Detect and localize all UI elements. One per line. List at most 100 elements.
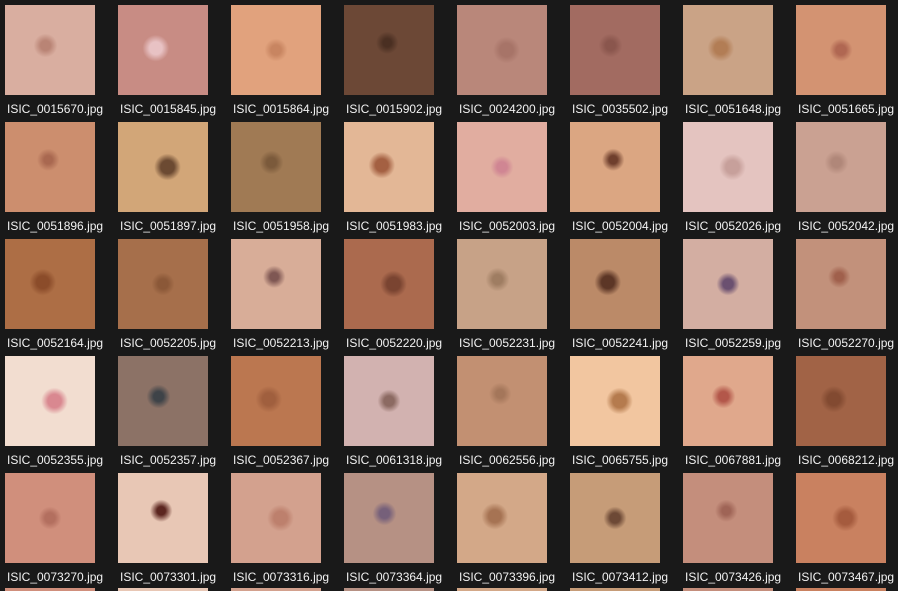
file-thumbnail-item[interactable]: ISIC_0015670.jpg bbox=[0, 5, 113, 122]
thumbnail-image[interactable] bbox=[570, 239, 660, 329]
thumbnail-image[interactable] bbox=[5, 356, 95, 446]
file-name-label: ISIC_0073396.jpg bbox=[459, 570, 556, 584]
file-name-label: ISIC_0052164.jpg bbox=[7, 336, 104, 350]
file-thumbnail-item[interactable]: ISIC_0065755.jpg bbox=[565, 356, 678, 473]
file-name-label: ISIC_0068212.jpg bbox=[798, 453, 895, 467]
file-name-label: ISIC_0052357.jpg bbox=[120, 453, 217, 467]
file-thumbnail-item[interactable]: ISIC_0067881.jpg bbox=[678, 356, 791, 473]
thumbnail-image[interactable] bbox=[457, 122, 547, 212]
thumbnail-image[interactable] bbox=[570, 356, 660, 446]
file-name-label: ISIC_0073412.jpg bbox=[572, 570, 669, 584]
thumbnail-image[interactable] bbox=[796, 473, 886, 563]
thumbnail-image[interactable] bbox=[118, 122, 208, 212]
file-thumbnail-item[interactable]: ISIC_0052270.jpg bbox=[791, 239, 898, 356]
thumbnail-image[interactable] bbox=[457, 5, 547, 95]
file-thumbnail-item[interactable]: ISIC_0073301.jpg bbox=[113, 473, 226, 590]
file-name-label: ISIC_0035502.jpg bbox=[572, 102, 669, 116]
thumbnail-image[interactable] bbox=[231, 122, 321, 212]
thumbnail-image[interactable] bbox=[231, 356, 321, 446]
thumbnail-image[interactable] bbox=[118, 5, 208, 95]
file-thumbnail-item[interactable]: ISIC_0052042.jpg bbox=[791, 122, 898, 239]
thumbnail-image[interactable] bbox=[796, 5, 886, 95]
file-thumbnail-item[interactable]: ISIC_0061318.jpg bbox=[339, 356, 452, 473]
file-thumbnail-item[interactable]: ISIC_0051648.jpg bbox=[678, 5, 791, 122]
thumbnail-image[interactable] bbox=[683, 239, 773, 329]
file-thumbnail-item[interactable]: ISIC_0073412.jpg bbox=[565, 473, 678, 590]
thumbnail-image[interactable] bbox=[457, 473, 547, 563]
thumbnail-image[interactable] bbox=[344, 122, 434, 212]
file-thumbnail-item[interactable]: ISIC_0052164.jpg bbox=[0, 239, 113, 356]
file-name-label: ISIC_0065755.jpg bbox=[572, 453, 669, 467]
file-thumbnail-item[interactable]: ISIC_0073270.jpg bbox=[0, 473, 113, 590]
thumbnail-image[interactable] bbox=[344, 5, 434, 95]
file-name-label: ISIC_0052026.jpg bbox=[685, 219, 782, 233]
thumbnail-image[interactable] bbox=[570, 5, 660, 95]
file-thumbnail-item[interactable]: ISIC_0051665.jpg bbox=[791, 5, 898, 122]
file-thumbnail-item[interactable]: ISIC_0073467.jpg bbox=[791, 473, 898, 590]
file-thumbnail-item[interactable]: ISIC_0052355.jpg bbox=[0, 356, 113, 473]
file-name-label: ISIC_0052367.jpg bbox=[233, 453, 330, 467]
file-name-label: ISIC_0052004.jpg bbox=[572, 219, 669, 233]
file-thumbnail-item[interactable]: ISIC_0052220.jpg bbox=[339, 239, 452, 356]
thumbnail-image[interactable] bbox=[118, 239, 208, 329]
file-name-label: ISIC_0052042.jpg bbox=[798, 219, 895, 233]
thumbnail-image[interactable] bbox=[231, 5, 321, 95]
thumbnail-image[interactable] bbox=[570, 473, 660, 563]
thumbnail-image[interactable] bbox=[118, 356, 208, 446]
file-name-label: ISIC_0073270.jpg bbox=[7, 570, 104, 584]
file-name-label: ISIC_0052205.jpg bbox=[120, 336, 217, 350]
file-thumbnail-item[interactable]: ISIC_0051983.jpg bbox=[339, 122, 452, 239]
thumbnail-image[interactable] bbox=[457, 239, 547, 329]
file-thumbnail-item[interactable]: ISIC_0052241.jpg bbox=[565, 239, 678, 356]
thumbnail-image[interactable] bbox=[683, 356, 773, 446]
file-thumbnail-item[interactable]: ISIC_0052231.jpg bbox=[452, 239, 565, 356]
file-thumbnail-item[interactable]: ISIC_0015864.jpg bbox=[226, 5, 339, 122]
file-thumbnail-item[interactable]: ISIC_0073364.jpg bbox=[339, 473, 452, 590]
thumbnail-image[interactable] bbox=[231, 473, 321, 563]
file-thumbnail-item[interactable]: ISIC_0052026.jpg bbox=[678, 122, 791, 239]
thumbnail-image[interactable] bbox=[683, 5, 773, 95]
file-thumbnail-item[interactable]: ISIC_0062556.jpg bbox=[452, 356, 565, 473]
file-name-label: ISIC_0051896.jpg bbox=[7, 219, 104, 233]
thumbnail-image[interactable] bbox=[231, 239, 321, 329]
thumbnail-image[interactable] bbox=[5, 473, 95, 563]
file-name-label: ISIC_0052259.jpg bbox=[685, 336, 782, 350]
thumbnail-image[interactable] bbox=[118, 473, 208, 563]
file-name-label: ISIC_0015902.jpg bbox=[346, 102, 443, 116]
file-thumbnail-item[interactable]: ISIC_0052004.jpg bbox=[565, 122, 678, 239]
thumbnail-image[interactable] bbox=[5, 122, 95, 212]
file-thumbnail-item[interactable]: ISIC_0073396.jpg bbox=[452, 473, 565, 590]
file-name-label: ISIC_0073467.jpg bbox=[798, 570, 895, 584]
file-thumbnail-item[interactable]: ISIC_0051897.jpg bbox=[113, 122, 226, 239]
thumbnail-image[interactable] bbox=[570, 122, 660, 212]
file-thumbnail-item[interactable]: ISIC_0073316.jpg bbox=[226, 473, 339, 590]
file-thumbnail-item[interactable]: ISIC_0052367.jpg bbox=[226, 356, 339, 473]
file-thumbnail-item[interactable]: ISIC_0015902.jpg bbox=[339, 5, 452, 122]
file-thumbnail-item[interactable]: ISIC_0052213.jpg bbox=[226, 239, 339, 356]
file-name-label: ISIC_0061318.jpg bbox=[346, 453, 443, 467]
thumbnail-image[interactable] bbox=[457, 356, 547, 446]
file-thumbnail-item[interactable]: ISIC_0015845.jpg bbox=[113, 5, 226, 122]
thumbnail-image[interactable] bbox=[796, 122, 886, 212]
thumbnail-image[interactable] bbox=[796, 356, 886, 446]
file-thumbnail-item[interactable]: ISIC_0052259.jpg bbox=[678, 239, 791, 356]
file-name-label: ISIC_0052231.jpg bbox=[459, 336, 556, 350]
thumbnail-image[interactable] bbox=[344, 239, 434, 329]
file-thumbnail-item[interactable]: ISIC_0052357.jpg bbox=[113, 356, 226, 473]
file-thumbnail-item[interactable]: ISIC_0052205.jpg bbox=[113, 239, 226, 356]
file-thumbnail-item[interactable]: ISIC_0068212.jpg bbox=[791, 356, 898, 473]
file-thumbnail-item[interactable]: ISIC_0051958.jpg bbox=[226, 122, 339, 239]
thumbnail-image[interactable] bbox=[683, 473, 773, 563]
thumbnail-image[interactable] bbox=[5, 5, 95, 95]
thumbnail-image[interactable] bbox=[344, 473, 434, 563]
file-thumbnail-item[interactable]: ISIC_0051896.jpg bbox=[0, 122, 113, 239]
file-thumbnail-item[interactable]: ISIC_0035502.jpg bbox=[565, 5, 678, 122]
file-thumbnail-item[interactable]: ISIC_0052003.jpg bbox=[452, 122, 565, 239]
thumbnail-image[interactable] bbox=[5, 239, 95, 329]
file-thumbnail-item[interactable]: ISIC_0073426.jpg bbox=[678, 473, 791, 590]
file-thumbnail-item[interactable]: ISIC_0024200.jpg bbox=[452, 5, 565, 122]
thumbnail-image[interactable] bbox=[683, 122, 773, 212]
thumbnail-image[interactable] bbox=[796, 239, 886, 329]
thumbnail-image[interactable] bbox=[344, 356, 434, 446]
file-name-label: ISIC_0062556.jpg bbox=[459, 453, 556, 467]
